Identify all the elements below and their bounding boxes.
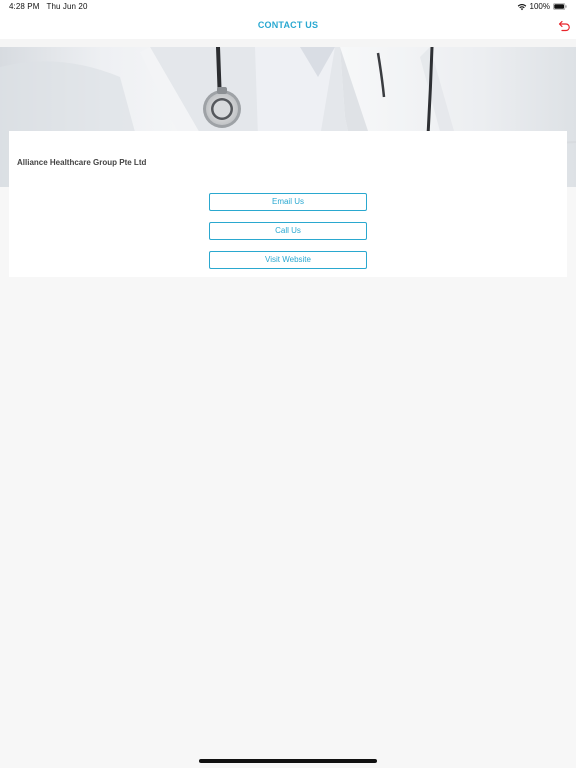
battery-percentage: 100% (529, 2, 550, 11)
nav-bar: CONTACT US (0, 14, 576, 39)
nav-separator (0, 39, 576, 47)
visit-website-button[interactable]: Visit Website (209, 251, 367, 269)
status-time-date: 4:28 PM Thu Jun 20 (9, 2, 88, 11)
call-us-button[interactable]: Call Us (209, 222, 367, 240)
back-arrow-icon (558, 20, 571, 32)
back-button[interactable] (556, 18, 572, 34)
contact-card: Alliance Healthcare Group Pte Ltd Email … (9, 131, 567, 277)
wifi-icon (517, 3, 527, 11)
app-screen: 4:28 PM Thu Jun 20 100% CONTACT US Allia… (0, 0, 576, 768)
status-time: 4:28 PM (9, 2, 40, 11)
battery-icon (553, 3, 567, 10)
email-us-button[interactable]: Email Us (209, 193, 367, 211)
page-title: CONTACT US (257, 20, 319, 30)
company-name: Alliance Healthcare Group Pte Ltd (17, 158, 147, 167)
status-date: Thu Jun 20 (46, 2, 88, 11)
status-bar: 4:28 PM Thu Jun 20 100% (0, 0, 576, 14)
status-indicators: 100% (517, 2, 567, 11)
home-indicator[interactable] (199, 759, 377, 763)
